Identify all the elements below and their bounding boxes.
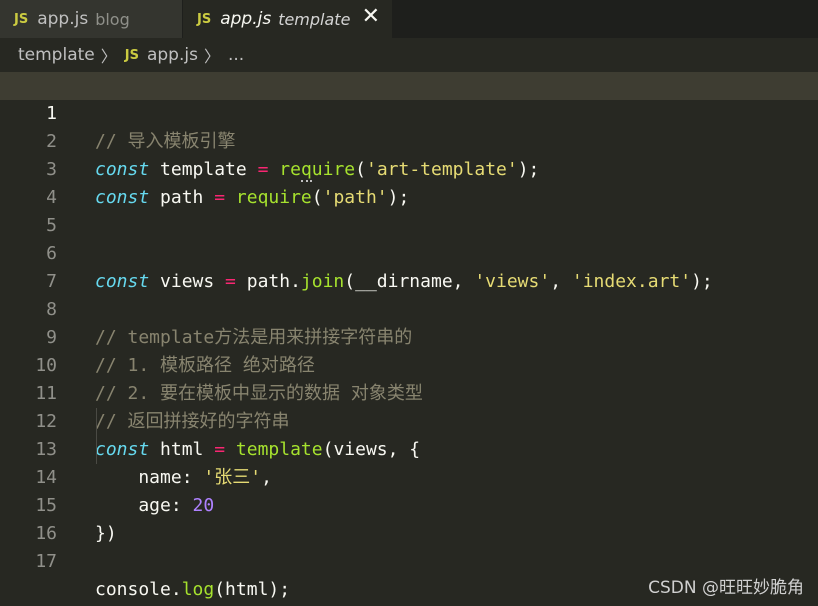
code-line: 4 (0, 156, 818, 208)
code-line: 2 const template = require('art-template… (0, 100, 818, 182)
code-line: 14 age: 20 (0, 436, 818, 516)
code-editor[interactable]: 1 // 导入模板引擎 2 const template = require('… (0, 72, 818, 606)
code-line: 15 }) (0, 464, 818, 544)
tab-app-js-template[interactable]: JS app.js template ✕ (183, 0, 392, 38)
indent-guide (96, 408, 97, 464)
code-line: 6 const views = path.join(__dirname, 'vi… (0, 212, 818, 292)
tab-folder-label: blog (95, 9, 130, 29)
breadcrumb-symbols[interactable]: ... (228, 45, 244, 65)
javascript-file-icon: JS (14, 11, 29, 27)
chevron-right-icon: 〉 (100, 47, 117, 66)
watermark: CSDN @旺旺妙脆角 (648, 578, 804, 598)
code-line: 13 name: '张三', (0, 408, 818, 488)
identifier: console. (95, 579, 182, 600)
function-name: log (181, 579, 215, 600)
tab-filename: app.js (220, 9, 272, 29)
code-line: 12 const html = template(views, { (0, 380, 818, 460)
javascript-file-icon: JS (124, 47, 139, 63)
code-line: 16 (0, 492, 818, 544)
breadcrumb-folder[interactable]: template (18, 45, 95, 65)
code-line: 10 // 2. 要在模板中显示的数据 对象类型 (0, 324, 818, 404)
arguments: (html); (214, 579, 291, 600)
line-number: 17 (35, 551, 57, 572)
code-line: 17 console.log(html); (0, 520, 818, 600)
close-icon[interactable]: ✕ (362, 2, 380, 32)
code-line: 5 (0, 184, 818, 236)
code-text: console.log(html); (95, 576, 290, 604)
breadcrumb: template 〉 JS app.js 〉 ... (0, 38, 818, 72)
tab-filename: app.js (37, 9, 89, 29)
code-line: 11 // 返回拼接好的字符串 (0, 352, 818, 432)
code-line: 8 // template方法是用来拼接字符串的 (0, 268, 818, 348)
code-line: 9 // 1. 模板路径 绝对路径 (0, 296, 818, 376)
breadcrumb-file[interactable]: app.js (147, 45, 198, 65)
javascript-file-icon: JS (197, 11, 212, 27)
tab-folder-label: template (278, 9, 351, 29)
code-line: 3 const path = require('path'); (0, 128, 818, 208)
code-line: 7 (0, 240, 818, 292)
tab-bar: JS app.js blog JS app.js template ✕ (0, 0, 818, 38)
chevron-right-icon: 〉 (203, 47, 220, 66)
tab-app-js-blog[interactable]: JS app.js blog (0, 0, 182, 38)
code-line: 1 // 导入模板引擎 (0, 72, 818, 152)
